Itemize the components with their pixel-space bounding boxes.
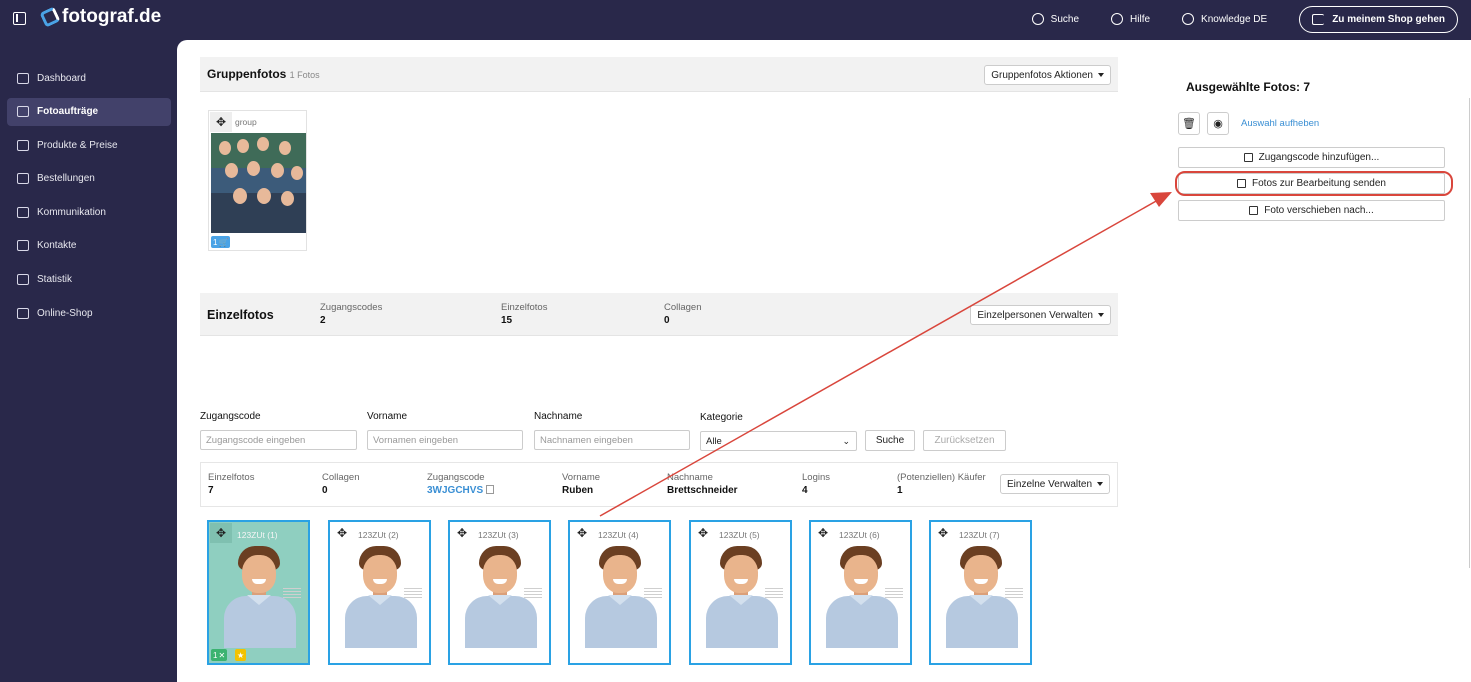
annotation-arrow (599, 192, 1172, 517)
